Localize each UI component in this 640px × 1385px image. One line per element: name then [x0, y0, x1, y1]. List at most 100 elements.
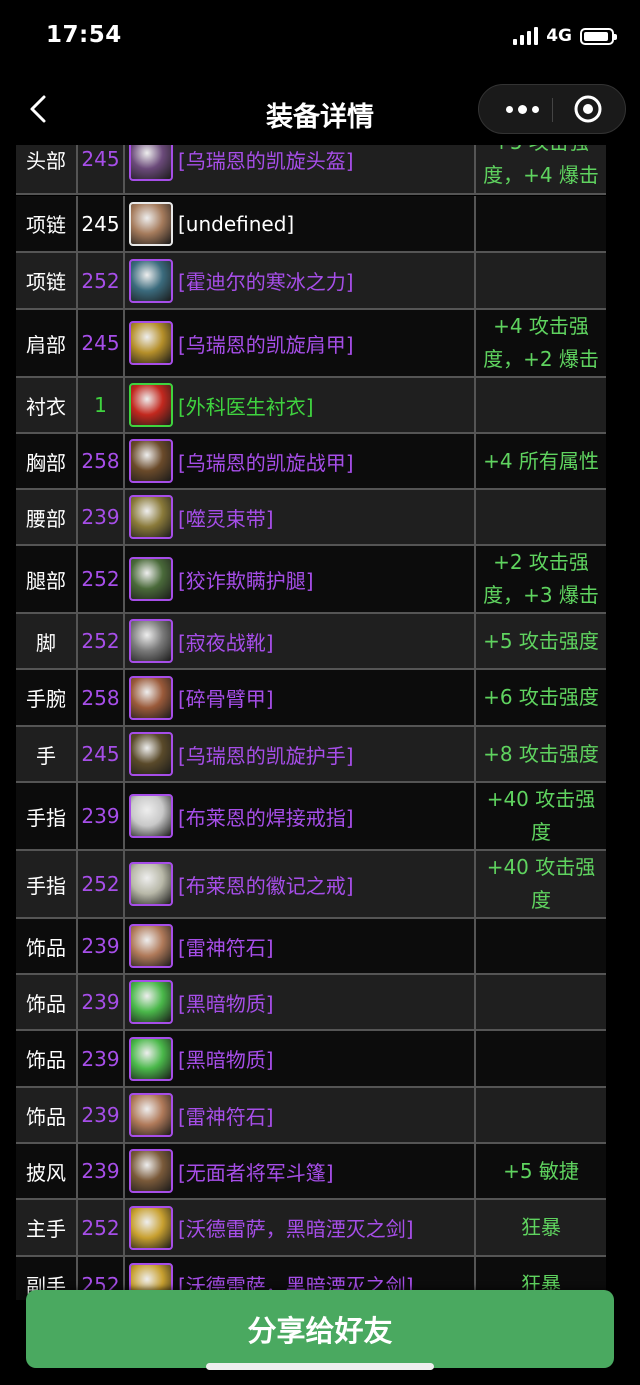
item-name: [乌瑞恩的凯旋战甲] [178, 450, 354, 475]
item-level-cell: 245 [78, 196, 125, 251]
enchant-bonus-cell: +4 所有属性 [483, 448, 599, 473]
item-name: [沃德雷萨，黑暗湮灭之剑] [178, 1217, 414, 1241]
item-cell[interactable]: [乌瑞恩的凯旋头盔] [125, 145, 476, 193]
item-icon [129, 1036, 173, 1081]
item-cell[interactable]: [狡诈欺瞒护腿] [125, 546, 476, 612]
equipment-row: 胸部 258 [乌瑞恩的凯旋战甲] +4 所有属性 [16, 434, 606, 490]
item-icon [129, 557, 173, 601]
enchant-bonus-cell: +5 敏捷 [503, 1158, 579, 1183]
equipment-row: 饰品 239 [雷神符石] [16, 919, 606, 975]
equipment-row: 肩部 245 [乌瑞恩的凯旋肩甲] +4 攻击强度，+2 爆击 [16, 310, 606, 378]
item-level-cell: 239 [78, 490, 125, 544]
slot-cell: 饰品 [16, 919, 78, 973]
enchant-bonus-cell [476, 253, 606, 308]
item-level-cell: 252 [78, 851, 125, 917]
item-level-cell: 239 [78, 919, 125, 973]
item-cell[interactable]: [黑暗物质] [125, 1031, 476, 1086]
item-icon [129, 1093, 173, 1137]
slot-cell: 腰部 [16, 490, 78, 544]
signal-icon [513, 27, 539, 45]
equipment-row: 饰品 239 [黑暗物质] [16, 975, 606, 1031]
battery-icon [580, 27, 617, 45]
item-cell[interactable]: [沃德雷萨，黑暗湮灭之剑] [125, 1200, 476, 1255]
enchant-bonus-cell: 狂暴 [521, 1215, 561, 1239]
item-cell[interactable]: [乌瑞恩的凯旋肩甲] [125, 310, 476, 376]
item-name: [黑暗物质] [178, 1048, 274, 1072]
item-cell[interactable]: [霍迪尔的寒冰之力] [125, 253, 476, 308]
item-name: [碎骨臂甲] [178, 687, 274, 711]
item-level-cell: 245 [78, 145, 125, 193]
item-level-cell: 252 [78, 546, 125, 612]
slot-cell: 饰品 [16, 975, 78, 1029]
item-cell[interactable]: [碎骨臂甲] [125, 670, 476, 725]
enchant-bonus-cell: +40 攻击强度 [486, 787, 596, 844]
item-cell[interactable]: [噬灵束带] [125, 490, 476, 544]
status-indicators: 4G [513, 26, 617, 46]
equipment-row: 手 245 [乌瑞恩的凯旋护手] +8 攻击强度 [16, 727, 606, 783]
equipment-row: 脚 252 [寂夜战靴] +5 攻击强度 [16, 614, 606, 670]
item-icon [129, 794, 173, 838]
item-level-cell: 239 [78, 975, 125, 1029]
item-cell[interactable]: [布莱恩的焊接戒指] [125, 783, 476, 849]
item-name: [外科医生衬衣] [178, 394, 314, 419]
slot-cell: 手指 [16, 783, 78, 849]
item-level-cell: 239 [78, 783, 125, 849]
item-level-cell: 239 [78, 1144, 125, 1198]
enchant-bonus-cell [476, 1031, 606, 1086]
item-name: [狡诈欺瞒护腿] [178, 568, 314, 593]
enchant-bonus-cell [476, 1088, 606, 1142]
share-to-friends-button[interactable]: 分享给好友 [26, 1290, 614, 1368]
item-cell[interactable]: [外科医生衬衣] [125, 378, 476, 432]
item-name: [undefined] [178, 211, 295, 236]
equipment-row: 头部245 [乌瑞恩的凯旋头盔] +5 攻击强度，+4 爆击 [16, 145, 606, 195]
close-target-icon[interactable] [573, 94, 603, 124]
item-cell[interactable]: [寂夜战靴] [125, 614, 476, 668]
item-cell[interactable]: [黑暗物质] [125, 975, 476, 1029]
equipment-row: 披风 239 [无面者将军斗篷] +5 敏捷 [16, 1144, 606, 1200]
item-cell[interactable]: [无面者将军斗篷] [125, 1144, 476, 1198]
slot-cell: 饰品 [16, 1088, 78, 1142]
item-icon [129, 619, 173, 663]
item-icon [129, 1205, 173, 1250]
item-name: [雷神符石] [178, 935, 274, 960]
nav-bar: 装备详情 [0, 75, 640, 145]
enchant-bonus-cell [476, 196, 606, 251]
mini-program-capsule [478, 84, 626, 134]
enchant-bonus-cell: +2 攻击强度，+3 爆击 [483, 550, 599, 607]
enchant-bonus-cell: +40 攻击强度 [486, 855, 596, 912]
item-cell[interactable]: [雷神符石] [125, 1088, 476, 1142]
slot-cell: 主手 [16, 1200, 78, 1255]
item-level-cell: 258 [78, 670, 125, 725]
item-icon [129, 1149, 173, 1193]
slot-cell: 饰品 [16, 1031, 78, 1086]
item-name: [霍迪尔的寒冰之力] [178, 270, 354, 294]
enchant-bonus-cell: +6 攻击强度 [483, 685, 599, 709]
equipment-row: 腰部 239 [噬灵束带] [16, 490, 606, 546]
item-name: [乌瑞恩的凯旋头盔] [178, 148, 354, 173]
enchant-bonus-cell: +8 攻击强度 [483, 741, 599, 766]
equipment-row: 饰品 239 [雷神符石] [16, 1088, 606, 1144]
slot-cell: 披风 [16, 1144, 78, 1198]
more-icon[interactable] [497, 95, 547, 123]
item-level-cell: 245 [78, 727, 125, 781]
item-level-cell: 239 [78, 1031, 125, 1086]
item-cell[interactable]: [布莱恩的徽记之戒] [125, 851, 476, 917]
item-cell[interactable]: [雷神符石] [125, 919, 476, 973]
slot-cell: 手指 [16, 851, 78, 917]
item-level-cell: 258 [78, 434, 125, 488]
item-name: [布莱恩的徽记之戒] [178, 873, 354, 898]
item-name: [布莱恩的焊接戒指] [178, 805, 354, 830]
equipment-row: 手指 239 [布莱恩的焊接戒指] +40 攻击强度 [16, 783, 606, 851]
item-name: [雷神符石] [178, 1104, 274, 1129]
item-icon [129, 495, 173, 539]
item-cell[interactable]: [undefined] [125, 196, 476, 251]
equipment-row: 项链 252 [霍迪尔的寒冰之力] [16, 253, 606, 310]
status-bar: 17:54 4G [0, 0, 640, 75]
item-cell[interactable]: [乌瑞恩的凯旋护手] [125, 727, 476, 781]
enchant-bonus-cell [476, 919, 606, 973]
slot-cell: 衬衣 [16, 378, 78, 432]
item-name: [噬灵束带] [178, 506, 274, 531]
item-cell[interactable]: [乌瑞恩的凯旋战甲] [125, 434, 476, 488]
item-level-cell: 252 [78, 1200, 125, 1255]
item-icon [129, 675, 173, 720]
